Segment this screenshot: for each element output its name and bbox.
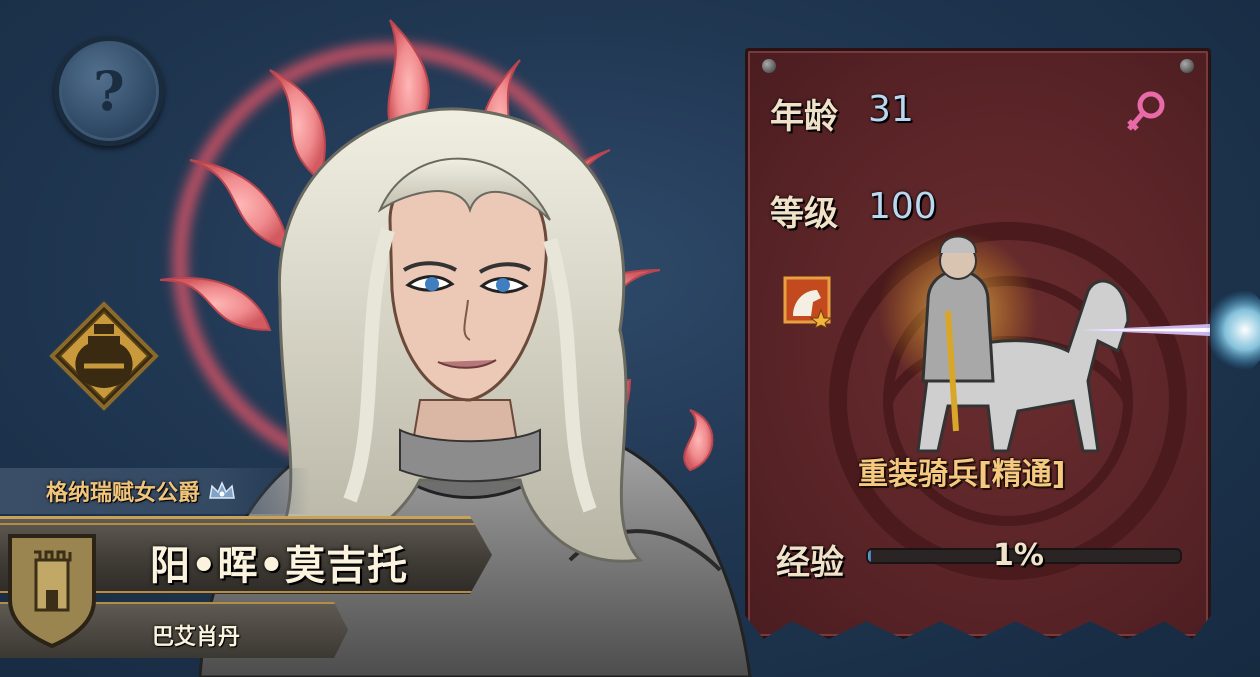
tower-shield-icon <box>8 534 96 648</box>
hero-name: 阳•晖•莫吉托 <box>150 543 409 589</box>
help-button[interactable]: ? <box>54 36 164 146</box>
lance-energy-effect <box>1080 280 1260 380</box>
potion-icon[interactable] <box>48 300 160 412</box>
noble-title-bar: 格纳瑞赋女公爵 <box>0 468 310 514</box>
noble-title: 格纳瑞赋女公爵 <box>46 481 201 506</box>
age-label: 年龄 <box>770 97 838 137</box>
question-icon: ? <box>93 59 125 123</box>
exp-label: 经验 <box>776 543 844 583</box>
rivet <box>1180 59 1194 73</box>
character-screen: ? 格纳瑞赋女公爵 阳•晖•莫吉托 巴艾肖丹 年龄 31 等级 100 重装骑兵… <box>0 0 1260 677</box>
level-label: 等级 <box>770 194 838 234</box>
age-value: 31 <box>868 89 914 130</box>
exp-value: 1% <box>993 538 1044 573</box>
exp-fill <box>868 550 872 562</box>
female-icon <box>1127 91 1165 131</box>
rivet <box>762 59 776 73</box>
cavalry-icon[interactable] <box>783 276 831 328</box>
unit-name: 重装骑兵[精通] <box>858 457 1066 492</box>
crown-icon <box>209 481 235 499</box>
banner-border <box>0 523 492 525</box>
house-name: 巴艾肖丹 <box>152 625 241 650</box>
